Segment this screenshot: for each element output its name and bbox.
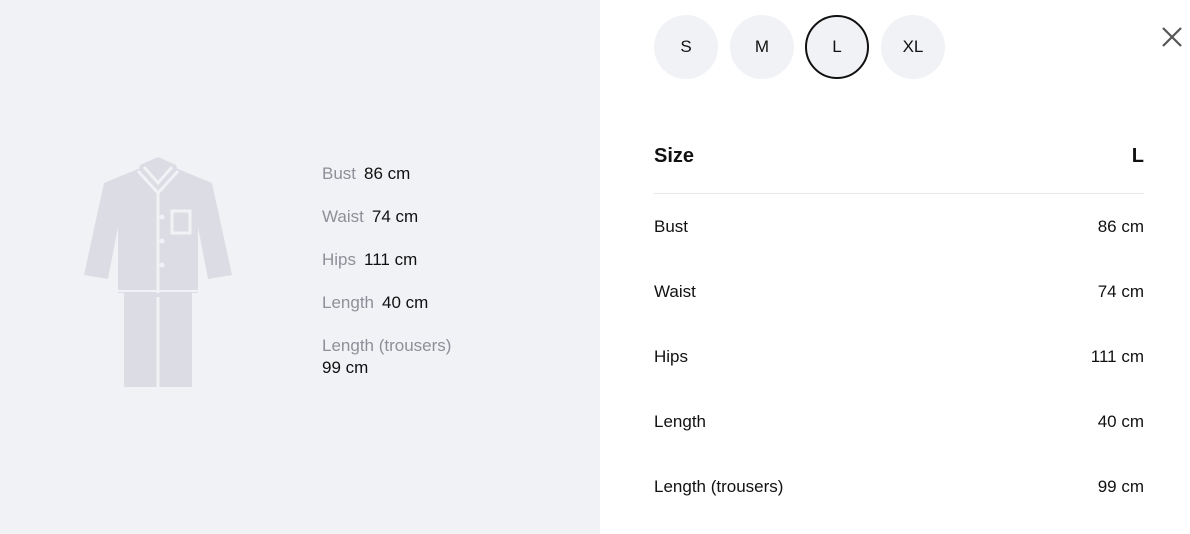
row-value: 40 cm (1097, 411, 1144, 431)
row-value: 74 cm (1097, 281, 1144, 301)
measurement-list: Bust 86 cm Waist 74 cm Hips 111 cm Length 40… (322, 163, 459, 400)
table-row: Bust 86 cm (654, 194, 1144, 259)
measurement-value: 40 cm (382, 293, 429, 312)
size-header-value: L (1131, 145, 1144, 167)
row-value: 111 cm (1090, 346, 1144, 366)
measurement-waist: Waist 74 cm (322, 206, 459, 228)
size-header-label: Size (654, 145, 695, 167)
measurement-value: 99 cm (322, 358, 369, 377)
measurement-label: Length (322, 293, 374, 312)
size-option-s[interactable]: S (654, 15, 718, 79)
measurement-length: Length 40 cm (322, 292, 459, 314)
row-label: Waist (654, 281, 696, 301)
row-label: Bust (654, 216, 689, 236)
row-label: Hips (654, 346, 689, 366)
measurement-hips: Hips 111 cm (322, 249, 459, 271)
size-details-panel: S M L XL Size L Bust 86 cm Waist 74 cm H… (600, 0, 1190, 534)
table-row: Hips 111 cm (654, 324, 1144, 389)
table-row: Length 40 cm (654, 389, 1144, 454)
measurement-value: 111 cm (364, 250, 418, 269)
table-row: Waist 74 cm (654, 259, 1144, 324)
measurement-label: Length (trousers) (322, 336, 452, 355)
row-label: Length (654, 411, 706, 431)
measurement-label: Hips (322, 250, 357, 269)
close-icon (1162, 27, 1182, 47)
size-table-header: Size L (654, 130, 1144, 194)
measurement-label: Bust (322, 164, 357, 183)
row-label: Length (trousers) (654, 476, 784, 496)
table-row: Length (trousers) 99 cm (654, 454, 1144, 519)
measurement-label: Waist (322, 207, 364, 226)
row-value: 86 cm (1097, 216, 1144, 236)
size-option-xl[interactable]: XL (881, 15, 945, 79)
measurement-value: 74 cm (371, 207, 419, 226)
measurement-length-trousers: Length (trousers) 99 cm (322, 335, 459, 379)
pajama-set-icon (84, 157, 232, 387)
measurement-value: 86 cm (364, 164, 411, 183)
size-option-m[interactable]: M (730, 15, 794, 79)
close-button[interactable] (1158, 23, 1186, 51)
size-table: Size L Bust 86 cm Waist 74 cm Hips 111 c… (654, 130, 1144, 519)
size-illustration-panel: Bust 86 cm Waist 74 cm Hips 111 cm Length 40… (0, 0, 600, 534)
size-option-l[interactable]: L (805, 15, 869, 79)
measurement-bust: Bust 86 cm (322, 163, 459, 185)
row-value: 99 cm (1097, 476, 1144, 496)
